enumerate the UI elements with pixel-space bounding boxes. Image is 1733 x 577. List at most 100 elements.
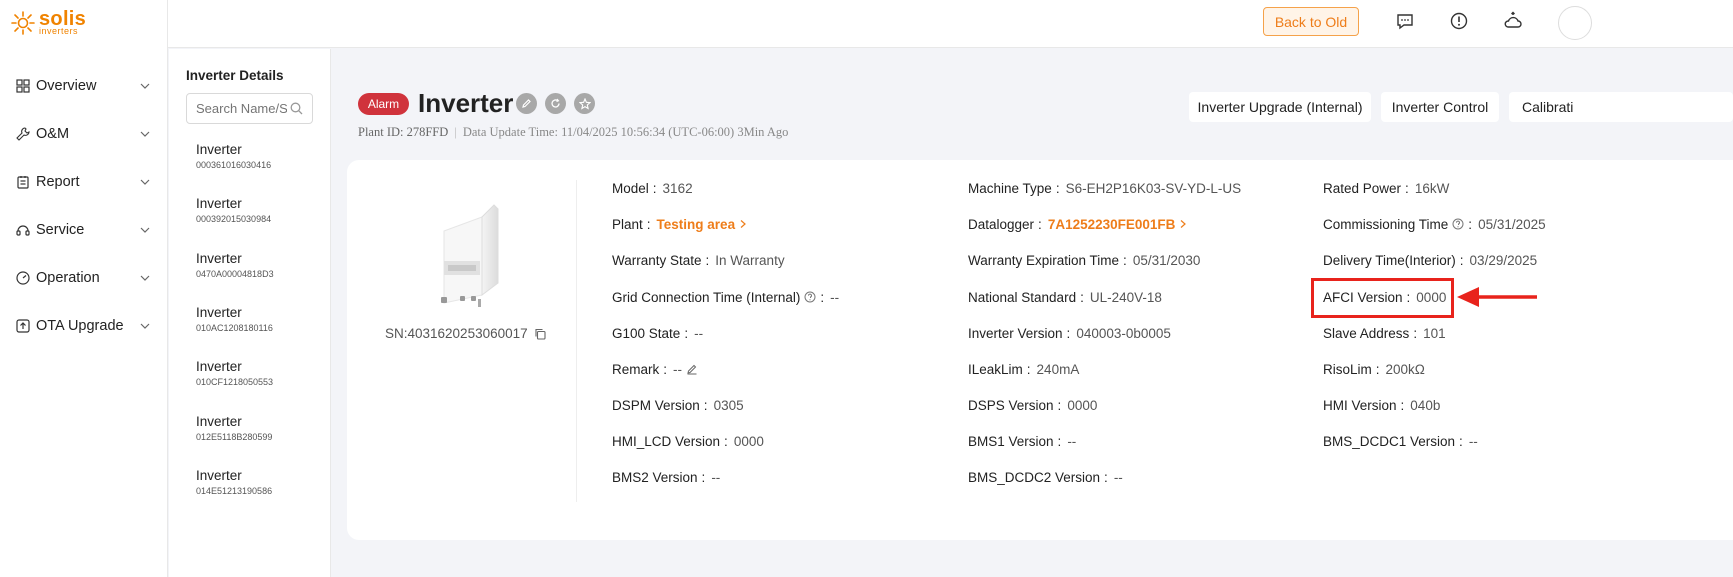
field-label: Inverter Version bbox=[968, 325, 1063, 341]
inverter-name: Inverter bbox=[196, 251, 242, 266]
field-value: 3162 bbox=[662, 180, 693, 196]
datalogger-link[interactable]: 7A1252230FE001FB bbox=[1048, 217, 1176, 232]
sidebar-item-operation[interactable]: Operation bbox=[0, 254, 168, 302]
field-value: 03/29/2025 bbox=[1469, 252, 1538, 268]
copy-icon[interactable] bbox=[534, 328, 546, 340]
serial-number: SN:4031620253060017 bbox=[385, 326, 546, 341]
sidebar-nav: Overview O&M Report Service Operation OT… bbox=[0, 62, 168, 350]
solis-logo[interactable]: solis inverters bbox=[10, 9, 86, 36]
field-label: Plant bbox=[612, 216, 643, 232]
inverter-sn: 012E5118B280599 bbox=[196, 432, 273, 442]
field-value: In Warranty bbox=[715, 252, 785, 268]
field-ileaklim: ILeakLim:240mA bbox=[968, 361, 1080, 377]
field-label: BMS_DCDC2 Version bbox=[968, 469, 1101, 485]
highlight-box bbox=[1311, 278, 1454, 318]
chevron-right-icon bbox=[740, 220, 746, 228]
field-value: -- bbox=[1067, 433, 1077, 449]
field-label: Datalogger bbox=[968, 216, 1035, 232]
field-national-standard: National Standard: UL-240V-18 bbox=[968, 289, 1162, 305]
help-icon[interactable] bbox=[1452, 218, 1464, 230]
pencil-icon bbox=[522, 99, 531, 108]
sidebar-item-ota-upgrade[interactable]: OTA Upgrade bbox=[0, 302, 168, 350]
chevron-down-icon bbox=[140, 275, 150, 281]
calibration-button[interactable]: Calibrati bbox=[1509, 92, 1733, 122]
field-label: Model bbox=[612, 180, 649, 196]
field-label: DSPM Version bbox=[612, 397, 700, 413]
status-badge: Alarm bbox=[358, 93, 409, 115]
field-dsps-version: DSPS Version:0000 bbox=[968, 397, 1098, 413]
field-rated-power: Rated Power:16kW bbox=[1323, 180, 1450, 196]
list-item[interactable]: Inverter 014E51213190586 bbox=[196, 468, 316, 496]
search-field[interactable] bbox=[186, 93, 313, 124]
chevron-down-icon bbox=[140, 83, 150, 89]
edit-icon[interactable] bbox=[686, 363, 698, 375]
list-item[interactable]: Inverter 000392015030984 bbox=[196, 196, 316, 224]
list-item[interactable]: Inverter 000361016030416 bbox=[196, 142, 316, 170]
field-label: RisoLim bbox=[1323, 361, 1372, 377]
list-item[interactable]: Inverter 012E5118B280599 bbox=[196, 414, 316, 442]
field-value: -- bbox=[830, 289, 840, 305]
inverter-sn: 010AC1208180116 bbox=[196, 323, 273, 333]
field-bms-dcdc1-version: BMS_DCDC1 Version: -- bbox=[1323, 433, 1478, 449]
list-item[interactable]: Inverter 010AC1208180116 bbox=[196, 305, 316, 333]
message-icon[interactable] bbox=[1395, 11, 1415, 31]
field-value: -- bbox=[673, 361, 683, 377]
field-model: Model:3162 bbox=[612, 180, 693, 196]
refresh-button[interactable] bbox=[545, 93, 566, 114]
field-label: Warranty Expiration Time bbox=[968, 252, 1120, 268]
sidebar: solis inverters Overview O&M Report Serv… bbox=[0, 0, 168, 577]
favorite-button[interactable] bbox=[574, 93, 595, 114]
inverter-sn: 010CF1218050553 bbox=[196, 377, 274, 387]
avatar[interactable] bbox=[1558, 6, 1592, 40]
chevron-down-icon bbox=[140, 131, 150, 137]
inverter-sn: 000392015030984 bbox=[196, 214, 272, 224]
inverter-upgrade-button[interactable]: Inverter Upgrade (Internal) bbox=[1189, 92, 1371, 122]
plant-info-line: Plant ID: 278FFD | Data Update Time: 11/04… bbox=[358, 125, 788, 140]
field-warranty-expiration: Warranty Expiration Time:05/31/2030 bbox=[968, 252, 1201, 268]
page-title: Inverter bbox=[418, 88, 514, 118]
inverter-control-button[interactable]: Inverter Control bbox=[1381, 92, 1499, 122]
field-value: 200kΩ bbox=[1385, 361, 1425, 377]
list-title: Inverter Details bbox=[186, 68, 284, 83]
sidebar-item-label: Service bbox=[36, 222, 85, 238]
field-bms1-version: BMS1 Version: -- bbox=[968, 433, 1077, 449]
alert-icon[interactable] bbox=[1449, 11, 1469, 31]
field-value: 240mA bbox=[1036, 361, 1080, 377]
star-icon bbox=[578, 97, 591, 110]
cloud-icon[interactable] bbox=[1503, 11, 1523, 31]
search-input[interactable] bbox=[187, 94, 287, 123]
field-label: Rated Power bbox=[1323, 180, 1402, 196]
gauge-icon bbox=[16, 271, 30, 285]
arrow-left-icon bbox=[1457, 287, 1537, 307]
field-label: ILeakLim bbox=[968, 361, 1023, 377]
field-label: DSPS Version bbox=[968, 397, 1054, 413]
search-icon[interactable] bbox=[290, 102, 303, 115]
field-label: Machine Type bbox=[968, 180, 1052, 196]
sidebar-item-overview[interactable]: Overview bbox=[0, 62, 168, 110]
sidebar-item-om[interactable]: O&M bbox=[0, 110, 168, 158]
field-warranty-state: Warranty State: In Warranty bbox=[612, 252, 785, 268]
field-bms2-version: BMS2 Version: -- bbox=[612, 469, 721, 485]
field-grid-connection-time: Grid Connection Time (Internal): -- bbox=[612, 289, 840, 305]
plant-link[interactable]: Testing area bbox=[657, 217, 736, 232]
list-item[interactable]: Inverter 0470A00004818D3 bbox=[196, 251, 316, 279]
list-item[interactable]: Inverter 010CF1218050553 bbox=[196, 359, 316, 387]
field-label: Remark bbox=[612, 361, 660, 377]
field-label: Grid Connection Time (Internal) bbox=[612, 289, 801, 305]
help-icon[interactable] bbox=[804, 291, 816, 303]
edit-button[interactable] bbox=[516, 93, 537, 114]
inverter-name: Inverter bbox=[196, 359, 242, 374]
field-hmi-lcd-version: HMI_LCD Version:0000 bbox=[612, 433, 764, 449]
sidebar-item-service[interactable]: Service bbox=[0, 206, 168, 254]
chevron-right-icon bbox=[1181, 220, 1187, 228]
report-icon bbox=[17, 176, 29, 189]
field-value: S6-EH2P16K03-SV-YD-L-US bbox=[1065, 180, 1242, 196]
field-inverter-version: Inverter Version:040003-0b0005 bbox=[968, 325, 1171, 341]
inverter-sn: 014E51213190586 bbox=[196, 486, 273, 496]
field-value: UL-240V-18 bbox=[1089, 289, 1162, 305]
field-value: 0000 bbox=[733, 433, 764, 449]
back-to-old-button[interactable]: Back to Old bbox=[1263, 7, 1359, 36]
field-label: BMS1 Version bbox=[968, 433, 1054, 449]
sidebar-item-report[interactable]: Report bbox=[0, 158, 168, 206]
field-value: -- bbox=[694, 325, 704, 341]
